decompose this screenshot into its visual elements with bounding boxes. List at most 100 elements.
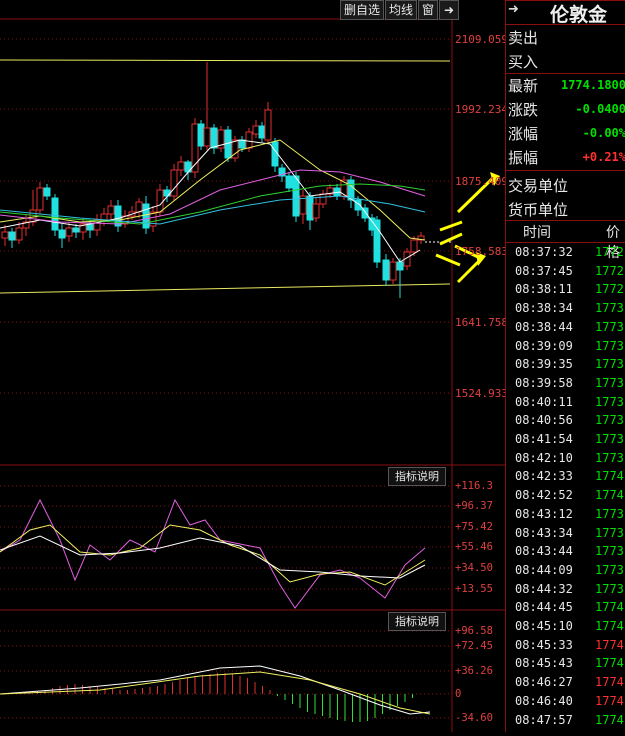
quote-label: 涨跌 (508, 101, 539, 119)
candle-body (72, 227, 80, 233)
candle-body (382, 259, 390, 281)
tick-row[interactable]: 08:38:44 1773. (506, 320, 625, 338)
tick-price: 1773. (595, 432, 625, 446)
candle-body (36, 187, 44, 211)
candle-body (373, 219, 381, 263)
tick-time: 08:44:32 (515, 581, 573, 596)
indicator2-axis-label: +72.45 (455, 640, 493, 652)
moving-average-button[interactable]: 均线 (385, 0, 418, 20)
tick-row[interactable]: 08:40:56 1773. (506, 413, 625, 431)
tick-time: 08:47:57 (515, 712, 573, 727)
indicator1-axis-label: +75.42 (455, 521, 493, 533)
separator-line (506, 220, 625, 221)
tick-row[interactable]: 08:37:32 1772. (506, 245, 625, 263)
tick-row[interactable]: 08:44:32 1773. (506, 582, 625, 600)
tick-row[interactable]: 08:39:09 1773. (506, 339, 625, 357)
tick-price: 1773. (595, 375, 625, 390)
quote-label: 货币单位 (508, 201, 569, 219)
tick-row[interactable]: 08:38:11 1772. (506, 282, 625, 300)
tick-row[interactable]: 08:46:40 1774. (506, 694, 625, 712)
macd-line-white (0, 665, 431, 715)
tick-row[interactable]: 08:38:34 1773. (506, 301, 625, 319)
tick-time: 08:37:45 (515, 263, 573, 278)
candle-body (100, 213, 108, 221)
tick-time: 08:45:33 (515, 637, 573, 652)
candle-body (135, 201, 143, 213)
indicator-help-button[interactable]: 指标说明 (388, 612, 446, 631)
quote-label: 卖出 (508, 29, 539, 47)
candle-body (285, 175, 293, 189)
candle-body (410, 239, 418, 253)
candle-body (319, 193, 327, 205)
tick-row[interactable]: 08:44:09 1773. (506, 563, 625, 581)
tick-row[interactable]: 08:43:34 1773. (506, 526, 625, 544)
candle-body (107, 205, 115, 215)
quote-row: 涨跌 -0.0400 (506, 97, 625, 122)
tick-row[interactable]: 08:40:11 1773. (506, 395, 625, 413)
tick-price: 1773. (595, 301, 625, 316)
tick-time: 08:46:27 (515, 675, 573, 690)
tick-price: 1773. (595, 506, 625, 521)
tick-price: 1774. (595, 693, 625, 708)
indicator1-axis-label: +13.55 (455, 583, 493, 595)
tick-row[interactable]: 08:43:12 1773. (506, 507, 625, 525)
candle-body (1, 231, 9, 239)
tick-row[interactable]: 08:41:54 1773. (506, 432, 625, 450)
tick-price: 1774. (595, 675, 625, 690)
kdj-line-magenta (0, 498, 426, 609)
tick-row[interactable]: 08:44:45 1774. (506, 600, 625, 618)
quote-label: 振幅 (508, 149, 539, 167)
candle-body (8, 231, 16, 241)
resistance-line (0, 59, 451, 62)
pin-icon[interactable]: ➜ (508, 2, 526, 20)
separator-line (506, 0, 625, 1)
tick-price: 1773. (595, 581, 625, 596)
quote-panel: ➜ 伦敦金 卖出 买入 最新 1774.1800 涨跌 -0.0400 涨幅 -0.00% 振幅… (505, 0, 625, 732)
quote-row: 货币单位 (506, 197, 625, 222)
tick-row[interactable]: 08:45:10 1774. (506, 619, 625, 637)
quote-value: -0.00% (582, 126, 625, 140)
candle-body (238, 139, 246, 149)
price-axis-label: 1758.583 (455, 245, 508, 258)
tick-price: 1773. (595, 394, 625, 409)
pin-right-icon[interactable]: ➜ (439, 0, 460, 20)
tick-row[interactable]: 08:39:58 1773. (506, 376, 625, 394)
kdj-line-white (0, 535, 426, 579)
indicator2-axis-label: 0 (455, 688, 462, 700)
tick-price: 1773. (595, 525, 625, 540)
tick-time: 08:38:11 (515, 282, 573, 297)
price-axis-label: 1641.758 (455, 316, 508, 329)
tick-row[interactable]: 08:42:52 1774. (506, 488, 625, 506)
tick-time: 08:41:54 (515, 432, 573, 446)
indicator2-axis-label: +36.26 (455, 665, 493, 677)
window-button[interactable]: 窗 (418, 0, 439, 20)
ma-line-yellow (0, 139, 426, 241)
tick-row[interactable]: 08:43:44 1773. (506, 544, 625, 562)
tick-price: 1774. (595, 469, 625, 484)
tick-time: 08:45:10 (515, 619, 573, 633)
tick-price: 1774. (595, 619, 625, 633)
candle-body (312, 203, 320, 219)
candle-body (142, 203, 150, 229)
tick-row[interactable]: 08:39:35 1773. (506, 357, 625, 375)
tick-row[interactable]: 08:45:43 1774. (506, 656, 625, 674)
candle-body (65, 227, 73, 237)
tick-time: 08:39:35 (515, 357, 573, 372)
instrument-title: 伦敦金 (550, 4, 608, 26)
tick-row[interactable]: 08:47:57 1774. (506, 713, 625, 731)
indicator-help-button[interactable]: 指标说明 (388, 467, 446, 486)
tick-row[interactable]: 08:42:10 1773. (506, 451, 625, 469)
remove-watchlist-button[interactable]: 删自选 (340, 0, 385, 20)
separator-line (506, 73, 625, 74)
candle-body (170, 169, 178, 197)
tick-time: 08:43:12 (515, 506, 573, 521)
tick-row[interactable]: 08:37:45 1772. (506, 264, 625, 282)
separator-line (506, 170, 625, 171)
tick-row[interactable]: 08:45:33 1774. (506, 638, 625, 656)
tick-row[interactable]: 08:42:33 1774. (506, 469, 625, 487)
candle-body (58, 229, 66, 239)
tick-row[interactable]: 08:46:27 1774. (506, 675, 625, 693)
indicator2-axis-label: +96.58 (455, 625, 493, 637)
candle-body (292, 175, 300, 217)
candle-body (252, 125, 260, 135)
